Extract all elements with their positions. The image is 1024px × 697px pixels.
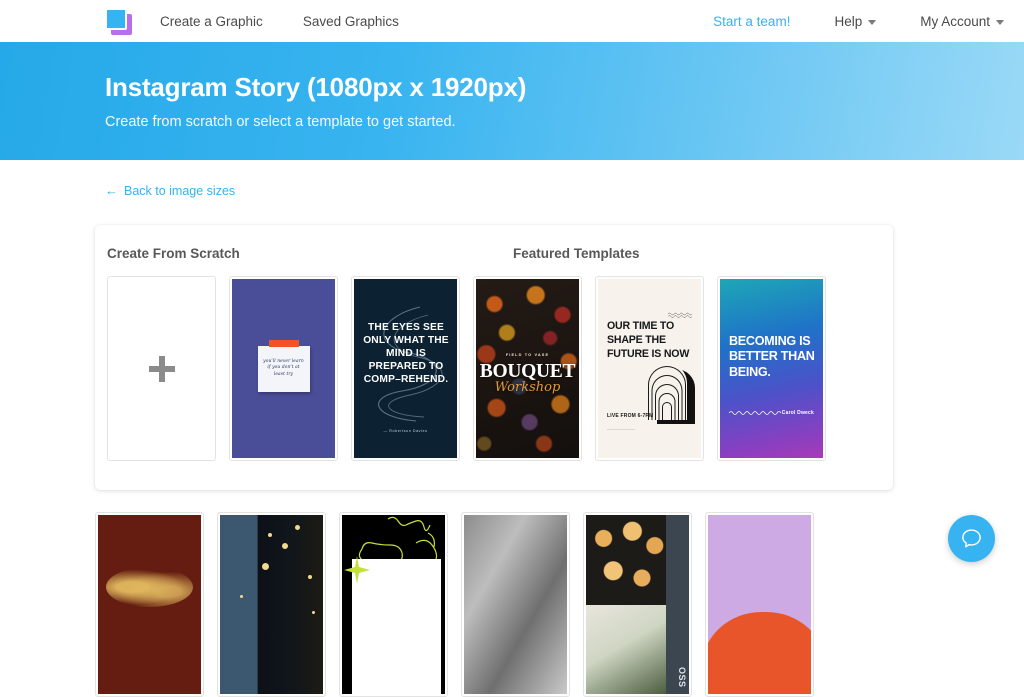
- arch-decoration-icon: [647, 362, 695, 424]
- page-subtitle: Create from scratch or select a template…: [105, 114, 1024, 130]
- chevron-down-icon: [996, 20, 1004, 25]
- citrus-photo: [586, 515, 666, 605]
- sticky-note-paper: you'll never learn if you don't at least…: [258, 346, 310, 392]
- citrus-pine-vertical-text: OSS: [677, 667, 687, 688]
- nav-link-start-a-team[interactable]: Start a team!: [713, 14, 790, 29]
- our-time-heading-text: OUR TIME TO SHAPE THE FUTURE IS NOW: [607, 319, 701, 361]
- becoming-attribution: Carol Dweck: [782, 410, 814, 416]
- bouquet-script-text: Workshop: [476, 380, 579, 395]
- template-thumb-citrus-pine: OSS: [586, 515, 689, 694]
- sticky-note-tape: [269, 340, 299, 347]
- nav-link-saved-graphics[interactable]: Saved Graphics: [303, 14, 399, 29]
- chevron-down-icon: [868, 20, 876, 25]
- stencil-logo[interactable]: [105, 8, 132, 35]
- page-title: Instagram Story (1080px x 1920px): [105, 72, 1024, 103]
- template-tile-night-lights[interactable]: [217, 512, 326, 697]
- sticky-note-text: you'll never learn if you don't at least…: [262, 359, 306, 379]
- create-from-scratch-tile[interactable]: [107, 276, 216, 461]
- template-tile-lavender-orange[interactable]: [705, 512, 814, 697]
- template-tile-maroon-gold[interactable]: [95, 512, 204, 697]
- squiggle-decoration-icon: [668, 312, 694, 318]
- template-tile-our-time[interactable]: OUR TIME TO SHAPE THE FUTURE IS NOW LIVE…: [595, 276, 704, 461]
- nav-left-links: Create a Graphic Saved Graphics: [160, 14, 439, 29]
- template-tiles: you'll never learn if you don't at least…: [95, 267, 893, 461]
- arch-rings: [647, 363, 687, 420]
- pine-photo: [586, 605, 666, 695]
- nav-menu-my-account-label: My Account: [920, 14, 990, 29]
- template-thumb-black-neon: [342, 515, 445, 694]
- template-thumb-our-time: OUR TIME TO SHAPE THE FUTURE IS NOW LIVE…: [598, 279, 701, 458]
- nav-link-create-a-graphic[interactable]: Create a Graphic: [160, 14, 263, 29]
- template-tile-becoming[interactable]: BECOMING IS BETTER THAN BEING. Carol Dwe…: [717, 276, 826, 461]
- more-templates-row: OSS: [95, 512, 895, 697]
- logo-front-square: [105, 8, 127, 30]
- template-tile-bouquet-workshop[interactable]: FIELD TO VASE BOUQUET Workshop: [473, 276, 582, 461]
- template-tile-eyes-see[interactable]: THE EYES SEE ONLY WHAT THE MIND IS PREPA…: [351, 276, 460, 461]
- template-tile-grayscale-portrait[interactable]: [461, 512, 570, 697]
- template-thumb-maroon-gold: [98, 515, 201, 694]
- back-link-row: ← Back to image sizes: [0, 160, 1024, 200]
- our-time-live-text: LIVE FROM 6-7PM: [607, 413, 653, 421]
- template-thumb-eyes-see: THE EYES SEE ONLY WHAT THE MIND IS PREPA…: [354, 279, 457, 458]
- becoming-quote-text: BECOMING IS BETTER THAN BEING.: [729, 334, 815, 380]
- eyes-see-quote-text: THE EYES SEE ONLY WHAT THE MIND IS PREPA…: [362, 321, 450, 386]
- our-time-footer-line: ~~~~~~~~~~~~~~: [607, 427, 635, 431]
- nav-menu-help[interactable]: Help: [834, 14, 876, 29]
- template-tile-citrus-pine[interactable]: OSS: [583, 512, 692, 697]
- template-thumb-grayscale-portrait: [464, 515, 567, 694]
- card-section-headers: Create From Scratch Featured Templates: [95, 243, 893, 267]
- starburst-icon: [342, 555, 372, 585]
- plus-icon: [149, 356, 175, 382]
- chat-support-button[interactable]: [948, 515, 995, 562]
- nav-menu-my-account[interactable]: My Account: [920, 14, 1004, 29]
- templates-card: Create From Scratch Featured Templates y…: [95, 225, 893, 490]
- template-thumb-becoming: BECOMING IS BETTER THAN BEING. Carol Dwe…: [720, 279, 823, 458]
- back-to-image-sizes-link[interactable]: ← Back to image sizes: [105, 184, 235, 198]
- create-from-scratch-heading: Create From Scratch: [107, 246, 240, 261]
- template-thumb-sticky-note: you'll never learn if you don't at least…: [232, 279, 335, 458]
- chat-bubble-icon: [960, 527, 983, 550]
- nav-right-links: Start a team! Help My Account: [669, 14, 1004, 29]
- template-thumb-night-lights: [220, 515, 323, 694]
- featured-templates-heading: Featured Templates: [513, 246, 640, 261]
- arrow-left-icon: ←: [105, 184, 118, 197]
- template-tile-black-neon[interactable]: [339, 512, 448, 697]
- gold-wreath-decoration: [106, 567, 193, 607]
- eyes-see-attribution: — Robertson Davies: [354, 429, 457, 433]
- top-navbar: Create a Graphic Saved Graphics Start a …: [0, 0, 1024, 42]
- template-tile-sticky-note[interactable]: you'll never learn if you don't at least…: [229, 276, 338, 461]
- template-thumb-bouquet-workshop: FIELD TO VASE BOUQUET Workshop: [476, 279, 579, 458]
- wavy-rule-icon: [729, 409, 783, 416]
- template-thumb-lavender-orange: [708, 515, 811, 694]
- hero-banner: Instagram Story (1080px x 1920px) Create…: [0, 42, 1024, 160]
- bouquet-kicker-text: FIELD TO VASE: [476, 352, 579, 357]
- nav-menu-help-label: Help: [834, 14, 862, 29]
- back-link-label: Back to image sizes: [124, 184, 235, 198]
